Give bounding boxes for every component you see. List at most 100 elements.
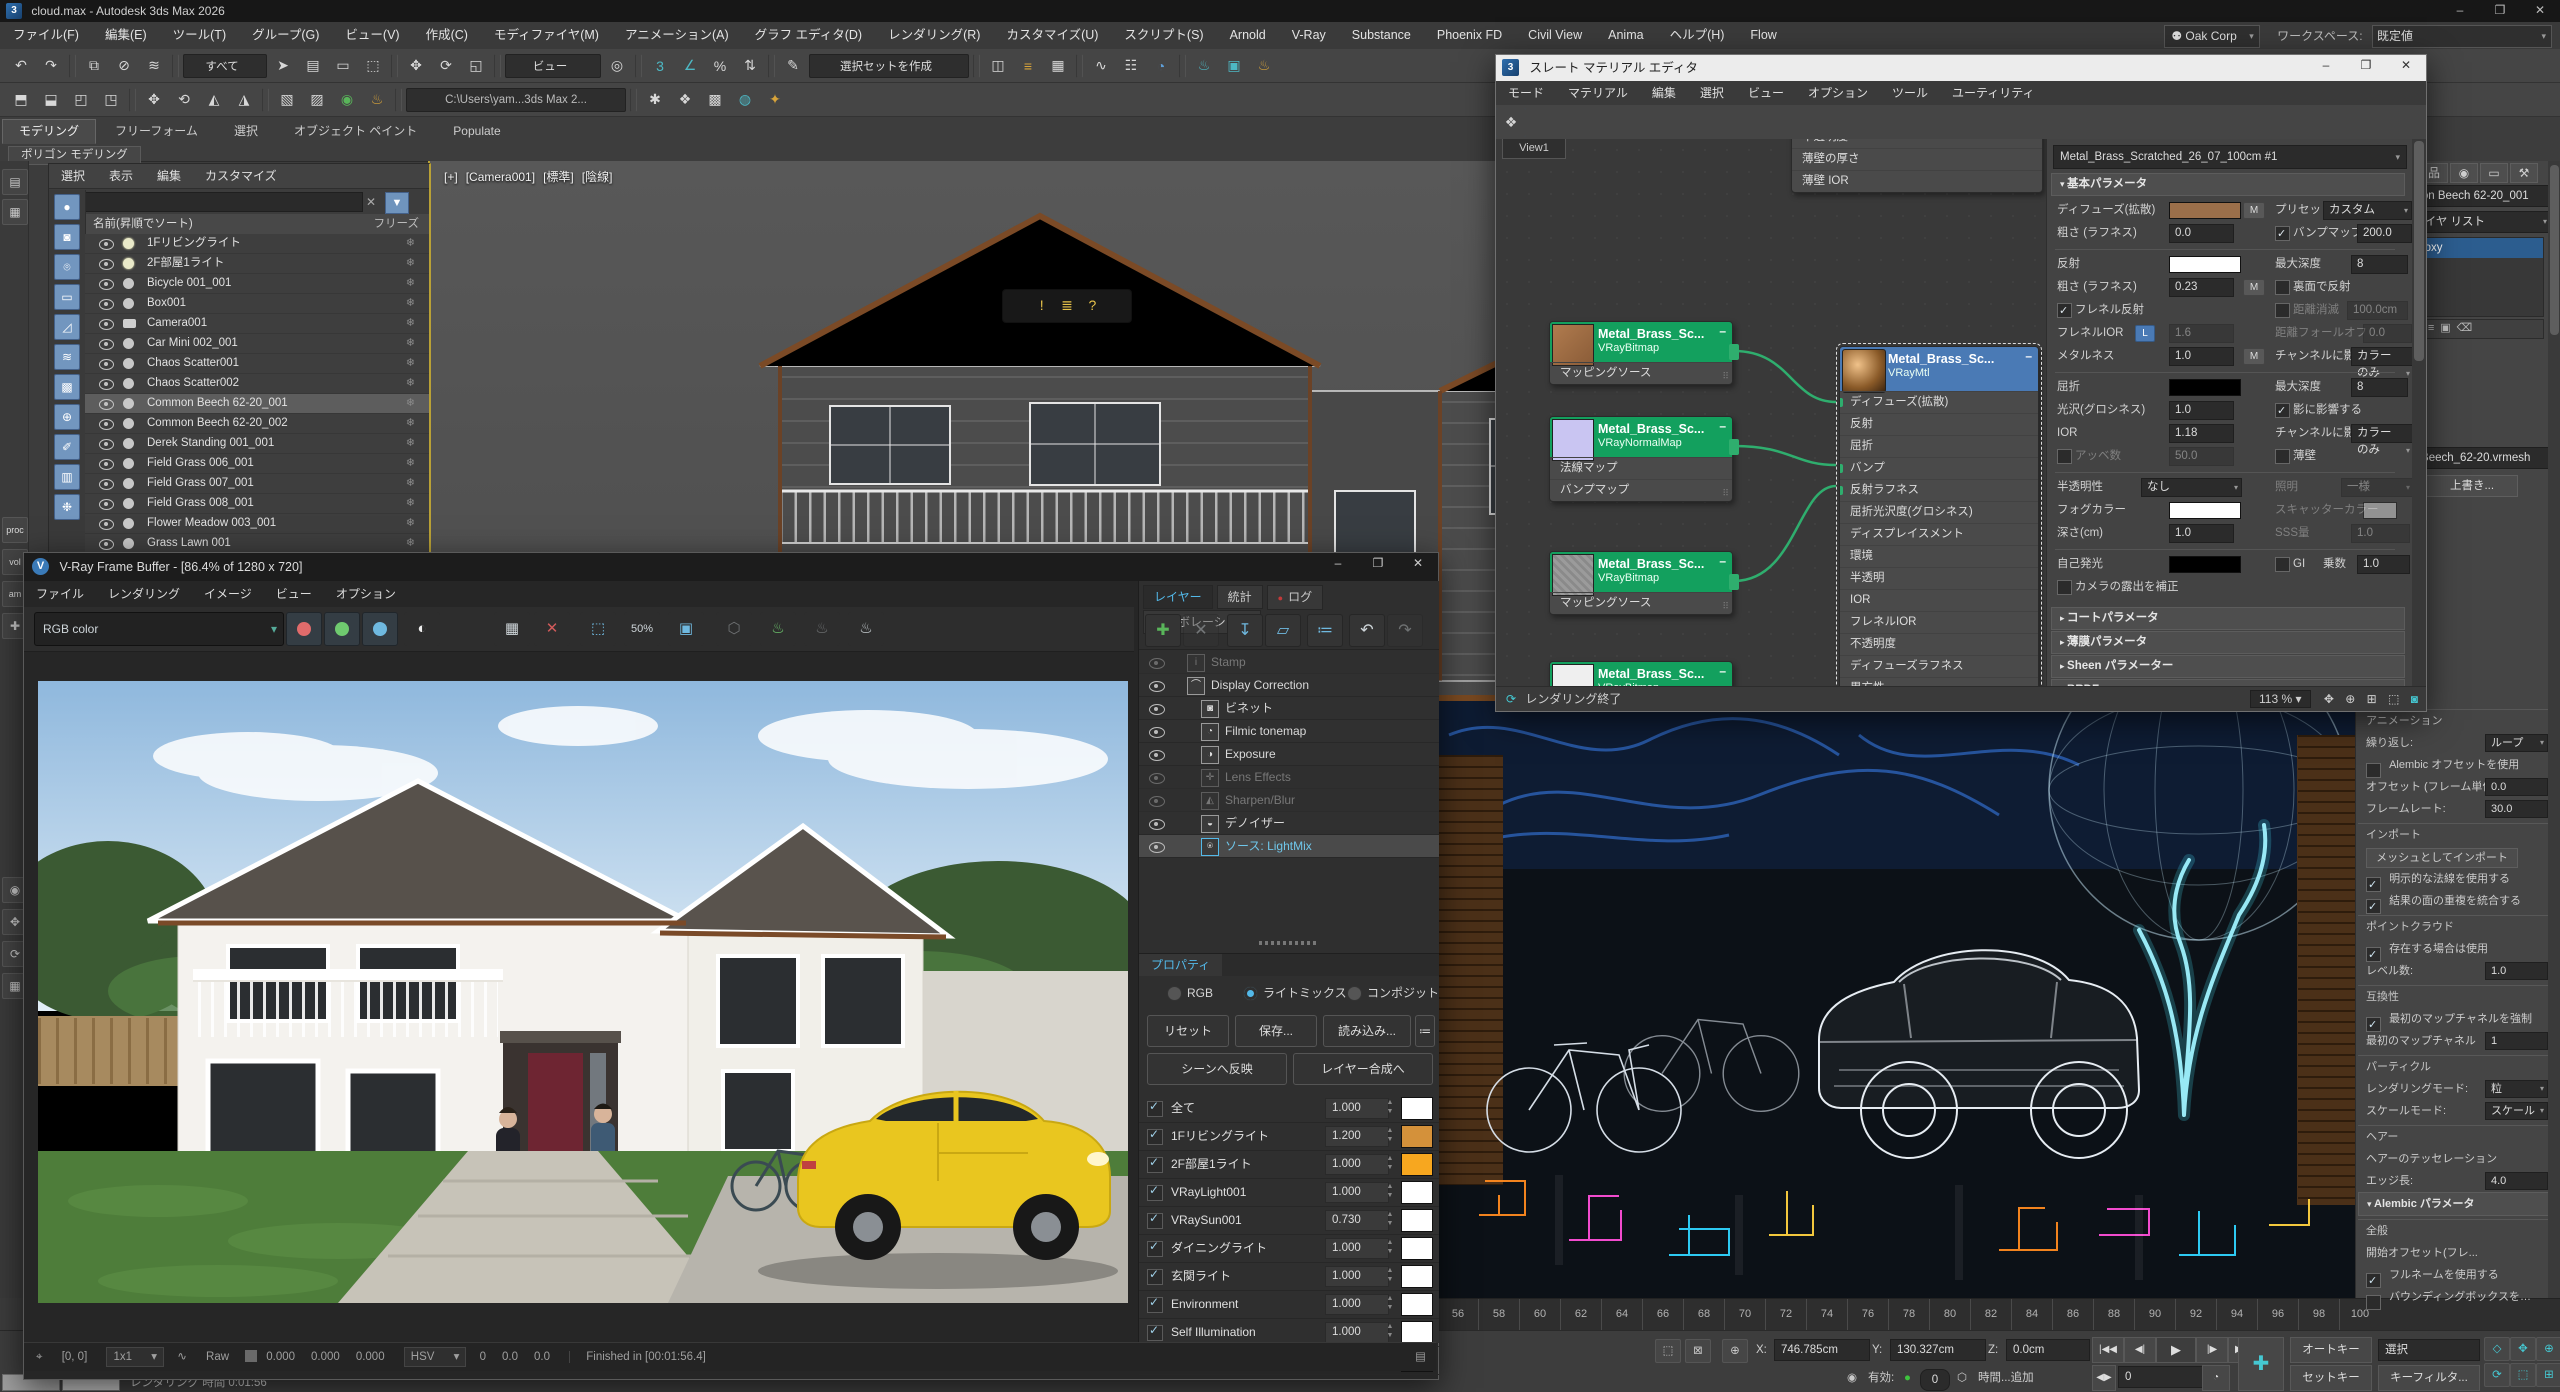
multiplier-spinner[interactable]: ▲▼ xyxy=(1385,1322,1395,1341)
lightmix-row[interactable]: 全て 1.000 ▲▼ xyxy=(1139,1095,1439,1123)
auto-key-button[interactable]: オートキー xyxy=(2290,1337,2372,1363)
material-input-slot[interactable]: IOR xyxy=(1840,589,2038,611)
y-coordinate-field[interactable]: 130.327cm xyxy=(1890,1339,1986,1361)
light-enabled-checkbox[interactable] xyxy=(1147,1185,1163,1201)
freeze-icon[interactable]: ❄ xyxy=(406,294,415,313)
material-input-slot[interactable]: ディフューズ(拡散) xyxy=(1840,391,2038,413)
slate-menu-item[interactable]: ビュー xyxy=(1736,81,1796,105)
selection-filter-dropdown[interactable]: すべて xyxy=(183,54,267,78)
illumination-dropdown[interactable]: 一様 xyxy=(2341,478,2414,497)
parameter-value[interactable]: 30.0 xyxy=(2485,800,2548,818)
scene-object-row[interactable]: Field Grass 008_001 ❄ xyxy=(85,494,429,514)
menu-item[interactable]: 編集(E) xyxy=(92,22,160,49)
layer-visibility-icon[interactable] xyxy=(1149,658,1165,669)
window-crossing-icon[interactable]: ⬚ xyxy=(359,52,387,80)
coat-parameters-rollout[interactable]: コートパラメータ xyxy=(2051,607,2405,630)
red-channel-button[interactable] xyxy=(286,612,322,646)
node-slot[interactable]: 法線マップ xyxy=(1550,457,1732,479)
menu-item[interactable]: Anima xyxy=(1595,22,1656,49)
vray-gpu-icon[interactable]: ◍ xyxy=(731,86,759,114)
parameter-value[interactable]: ループ xyxy=(2485,734,2548,752)
toolbar-button[interactable] xyxy=(768,54,775,78)
mirror-icon[interactable]: ◫ xyxy=(984,52,1012,80)
scene-states-icon[interactable]: ▧ xyxy=(273,86,301,114)
lightmix-row[interactable]: VRayLight001 1.000 ▲▼ xyxy=(1139,1179,1439,1207)
lightmix-row[interactable]: VRaySun001 0.730 ▲▼ xyxy=(1139,1207,1439,1235)
properties-tab[interactable]: プロパティ xyxy=(1139,954,1222,976)
menu-item[interactable]: カスタマイズ(U) xyxy=(993,22,1111,49)
light-enabled-checkbox[interactable] xyxy=(1147,1213,1163,1229)
scene-object-row[interactable]: Chaos Scatter002 ❄ xyxy=(85,374,429,394)
freeze-icon[interactable]: ❄ xyxy=(406,334,415,353)
light-color-swatch[interactable] xyxy=(1401,1097,1433,1120)
vraynormalmap-node[interactable]: Metal_Brass_Sc...VRayNormalMap – 法線マップバン… xyxy=(1549,416,1733,502)
viewport-notification-toast[interactable]: ! ≣ ? xyxy=(1002,289,1132,323)
command-panel-tab[interactable]: ◉ xyxy=(2450,163,2478,183)
multiplier-spinner[interactable]: ▲▼ xyxy=(1385,1154,1395,1173)
light-color-swatch[interactable] xyxy=(1401,1125,1433,1148)
menu-item[interactable]: スクリプト(S) xyxy=(1111,22,1216,49)
menu-item[interactable]: アニメーション(A) xyxy=(612,22,742,49)
lightmix-row[interactable]: 1Fリビングライト 1.200 ▲▼ xyxy=(1139,1123,1439,1151)
snap-25d-icon[interactable]: ⬓ xyxy=(37,86,65,114)
visibility-eye-icon[interactable] xyxy=(99,499,114,510)
save-lightmix-button[interactable]: 保存... xyxy=(1235,1015,1317,1047)
axis-x-icon[interactable]: ◰ xyxy=(67,86,95,114)
scene-object-row[interactable]: Bicycle 001_001 ❄ xyxy=(85,274,429,294)
orbit-view-icon[interactable]: ⟳ xyxy=(2484,1363,2510,1387)
filter-materials-icon[interactable]: ▩ xyxy=(54,374,80,400)
thinfilm-parameters-rollout[interactable]: 薄膜パラメータ xyxy=(2051,631,2405,654)
vraymtl-node[interactable]: Metal_Brass_Sc...VRayMtl – ディフューズ(拡散)反射屈… xyxy=(1839,346,2039,687)
light-enabled-checkbox[interactable] xyxy=(1147,1269,1163,1285)
filter-geometry-icon[interactable]: ● xyxy=(54,194,80,220)
add-layer-icon[interactable]: ✚ xyxy=(1145,614,1181,647)
freeze-icon[interactable]: ❄ xyxy=(406,434,415,453)
basic-parameters-rollout[interactable]: 基本パラメータ xyxy=(2051,173,2405,196)
time-configuration-icon[interactable]: ◔ xyxy=(2202,1365,2230,1391)
parameter-row[interactable]: ヘアーのテッセレーション xyxy=(2358,1148,2556,1170)
visibility-eye-icon[interactable] xyxy=(99,279,114,290)
toolbar-button[interactable] xyxy=(172,54,179,78)
vray-camera-icon[interactable]: ◉ xyxy=(333,86,361,114)
parameter-row[interactable]: 互換性 xyxy=(2358,985,2556,1008)
slate-menu-item[interactable]: マテリアル xyxy=(1556,81,1640,105)
play-button[interactable]: ▶ xyxy=(2156,1337,2196,1363)
layer-visibility-icon[interactable] xyxy=(1149,773,1165,784)
pixel-scale-dropdown[interactable]: 1x1 ▾ xyxy=(106,1347,164,1367)
parameter-row[interactable]: Alembic オフセットを使用 xyxy=(2358,754,2556,776)
to-scene-button[interactable]: シーンへ反映 xyxy=(1147,1053,1287,1085)
render-map-icon[interactable]: ❖ xyxy=(1496,108,1526,137)
select-and-rotate-icon[interactable]: ⟳ xyxy=(432,52,460,80)
layer-visibility-icon[interactable] xyxy=(1149,727,1165,738)
diffuse-roughness-field[interactable]: 0.0 xyxy=(2169,224,2234,243)
z-coordinate-field[interactable]: 0.0cm xyxy=(2006,1339,2090,1361)
sheen-parameters-rollout[interactable]: Sheen パラメーター xyxy=(2051,655,2405,678)
region-render-icon[interactable]: ⬚ xyxy=(580,612,616,646)
light-enabled-checkbox[interactable] xyxy=(1147,1129,1163,1145)
node-view-zoom-dropdown[interactable]: 113 % ▾ xyxy=(2250,690,2311,708)
freeze-icon[interactable]: ❄ xyxy=(406,454,415,473)
abbe-checkbox[interactable] xyxy=(2057,449,2072,464)
project-path-field[interactable]: C:\Users\yam...3ds Max 2... xyxy=(406,88,626,112)
material-input-slot[interactable]: バンプ xyxy=(1840,457,2038,479)
frame-image-icon[interactable]: ▣ xyxy=(668,612,704,646)
slate-menu-item[interactable]: ユーティリティ xyxy=(1940,81,2047,105)
layer-visibility-icon[interactable] xyxy=(1149,819,1165,830)
partial-node[interactable]: 半透明度薄壁の厚さ薄壁 IOR xyxy=(1791,139,2043,193)
menu-item[interactable]: グループ(G) xyxy=(239,22,332,49)
zoom-tool-icon[interactable]: ⊕ xyxy=(2345,692,2355,706)
filter-bones-icon[interactable]: ❉ xyxy=(54,494,80,520)
menu-item[interactable]: V-Ray xyxy=(1279,22,1339,49)
hsv-dropdown[interactable]: HSV ▾ xyxy=(404,1347,467,1367)
select-and-move-icon[interactable]: ✥ xyxy=(402,52,430,80)
falloff-field[interactable]: 0.0 xyxy=(2363,324,2412,343)
parameter-row[interactable]: スケールモード: スケール xyxy=(2358,1100,2556,1122)
green-channel-button[interactable] xyxy=(324,612,360,646)
fog-depth-field[interactable]: 1.0 xyxy=(2169,524,2234,543)
light-color-swatch[interactable] xyxy=(1401,1209,1433,1232)
user-account-dropdown[interactable]: ⚉ Oak Corp xyxy=(2164,25,2259,48)
parameter-row[interactable]: レンダリングモード: 粒 xyxy=(2358,1078,2556,1100)
lightmix-row[interactable]: ダイニングライト 1.000 ▲▼ xyxy=(1139,1235,1439,1263)
lightmix-options-icon[interactable]: ≔ xyxy=(1415,1015,1435,1047)
slate-menu-item[interactable]: オプション xyxy=(1796,81,1880,105)
